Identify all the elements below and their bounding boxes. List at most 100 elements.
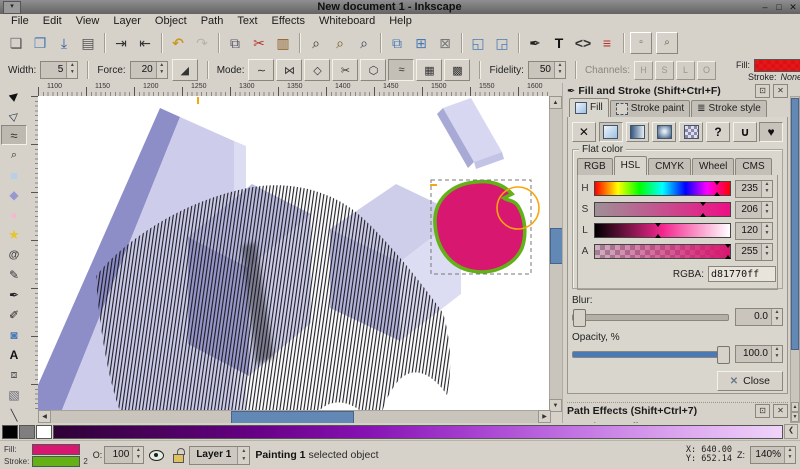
zoom-spinbox[interactable]: 140% bbox=[750, 446, 796, 464]
width-spinbox[interactable]: 5 bbox=[40, 61, 78, 79]
fidelity-spinbox[interactable]: 50 bbox=[528, 61, 566, 79]
menu-edit[interactable]: Edit bbox=[36, 14, 69, 29]
colortab-cms[interactable]: CMS bbox=[735, 158, 771, 175]
fill-rule-nonzero-button[interactable]: ♥ bbox=[759, 122, 783, 142]
paint-unknown-button[interactable]: ? bbox=[706, 122, 730, 142]
paste-button[interactable]: ▥ bbox=[271, 31, 295, 55]
window-menu-button[interactable]: ▾ bbox=[3, 1, 21, 14]
hue-slider[interactable] bbox=[594, 181, 731, 196]
tab-stroke-paint[interactable]: Stroke paint bbox=[610, 100, 690, 117]
canvas[interactable] bbox=[38, 96, 549, 410]
fill-stroke-dialog-button[interactable]: ✒ bbox=[523, 31, 547, 55]
menu-help[interactable]: Help bbox=[382, 14, 419, 29]
mode-attract-button[interactable]: ◇ bbox=[304, 59, 330, 81]
copy-button[interactable]: ⧉ bbox=[223, 31, 247, 55]
close-dialog-button[interactable]: ✕ bbox=[773, 84, 788, 98]
fill-color-swatch[interactable] bbox=[32, 444, 80, 455]
import-button[interactable]: ⇥ bbox=[109, 31, 133, 55]
paint-radial-gradient-button[interactable] bbox=[652, 122, 676, 142]
tool-selector-button[interactable]: ▶ bbox=[1, 85, 27, 105]
menu-text[interactable]: Text bbox=[230, 14, 264, 29]
create-clone-button[interactable]: ⊞ bbox=[409, 31, 433, 55]
layer-visibility-icon[interactable] bbox=[149, 450, 164, 461]
menu-view[interactable]: View bbox=[69, 14, 107, 29]
blob-path[interactable] bbox=[435, 182, 525, 272]
colortab-cmyk[interactable]: CMYK bbox=[648, 158, 691, 175]
ungroup-button[interactable]: ◲ bbox=[490, 31, 514, 55]
new-document-button[interactable]: ❏ bbox=[4, 31, 28, 55]
dock-button[interactable]: ⊡ bbox=[755, 404, 770, 418]
paint-none-button[interactable]: ✕ bbox=[572, 122, 596, 142]
tool-ellipse-button[interactable]: ● bbox=[1, 205, 27, 225]
tool-star-button[interactable]: ★ bbox=[1, 225, 27, 245]
blur-slider[interactable] bbox=[572, 314, 729, 321]
mode-shrink-button[interactable]: ⋈ bbox=[276, 59, 302, 81]
blur-spinbox[interactable]: 0.0 bbox=[735, 308, 783, 326]
panel-scrollbar[interactable]: ▲ ▼ bbox=[790, 96, 800, 423]
light-spinbox[interactable]: 120 bbox=[735, 222, 773, 240]
layer-lock-icon[interactable] bbox=[173, 454, 184, 463]
light-slider[interactable] bbox=[594, 223, 731, 238]
paint-pattern-button[interactable] bbox=[679, 122, 703, 142]
tool-pencil-button[interactable]: ✎ bbox=[1, 265, 27, 285]
menu-layer[interactable]: Layer bbox=[106, 14, 148, 29]
sat-spinbox[interactable]: 206 bbox=[735, 201, 773, 219]
menu-effects[interactable]: Effects bbox=[265, 14, 312, 29]
tool-connector-button[interactable]: ⧈ bbox=[1, 365, 27, 385]
xml-editor-button[interactable]: <> bbox=[571, 31, 595, 55]
tool-text-button[interactable]: A bbox=[1, 345, 27, 365]
tool-dropper-button[interactable]: ╲ bbox=[1, 405, 27, 425]
fill-rule-evenodd-button[interactable]: ∪ bbox=[733, 122, 757, 142]
menu-object[interactable]: Object bbox=[148, 14, 194, 29]
alpha-spinbox[interactable]: 255 bbox=[735, 243, 773, 261]
zoom-drawing-button[interactable]: ⌕ bbox=[328, 31, 352, 55]
minimize-button[interactable]: – bbox=[758, 0, 772, 14]
tool-gradient-button[interactable]: ▧ bbox=[1, 385, 27, 405]
mode-roughen-button[interactable]: ⬡ bbox=[360, 59, 386, 81]
maximize-button[interactable]: □ bbox=[772, 0, 786, 14]
mode-color-paint-button[interactable]: ▦ bbox=[416, 59, 442, 81]
small-beam-box[interactable] bbox=[437, 98, 504, 169]
scroll-left-arrow[interactable]: ◀ bbox=[38, 410, 51, 423]
menu-whiteboard[interactable]: Whiteboard bbox=[312, 14, 382, 29]
colortab-wheel[interactable]: Wheel bbox=[692, 158, 734, 175]
blur-slider-handle[interactable] bbox=[573, 309, 586, 327]
close-button[interactable]: ✕ Close bbox=[717, 371, 783, 391]
find-button[interactable]: ⌕ bbox=[656, 32, 678, 54]
rgba-entry[interactable] bbox=[708, 266, 776, 282]
export-button[interactable]: ⇤ bbox=[133, 31, 157, 55]
channel-l-toggle[interactable]: L bbox=[676, 61, 695, 80]
mode-paint-button[interactable]: ≈ bbox=[388, 59, 414, 81]
fill-swatch[interactable] bbox=[754, 59, 800, 72]
channel-o-toggle[interactable]: O bbox=[697, 61, 716, 80]
panel-scroll-thumb[interactable] bbox=[791, 98, 799, 350]
tool-3dbox-button[interactable]: ◆ bbox=[1, 185, 27, 205]
scroll-right-arrow[interactable]: ▶ bbox=[538, 410, 551, 423]
colortab-hsl[interactable]: HSL bbox=[614, 156, 647, 175]
menu-path[interactable]: Path bbox=[194, 14, 231, 29]
panel-scroll-up[interactable]: ▲ bbox=[791, 402, 799, 412]
paint-flat-color-button[interactable] bbox=[599, 122, 623, 142]
force-spinbox[interactable]: 20 bbox=[130, 61, 168, 79]
scroll-up-arrow[interactable]: ▲ bbox=[549, 96, 562, 109]
object-opacity-spinbox[interactable]: 100 bbox=[104, 446, 144, 464]
selected-style-indicator[interactable]: Fill: Stroke: 2 bbox=[4, 444, 88, 467]
palette-swatch-2[interactable] bbox=[36, 425, 52, 439]
tab-stroke-style[interactable]: ≣Stroke style bbox=[691, 100, 767, 117]
mode-color-jitter-button[interactable]: ▩ bbox=[444, 59, 470, 81]
redo-button[interactable]: ↷ bbox=[190, 31, 214, 55]
palette-swatch-0[interactable] bbox=[2, 425, 18, 439]
mode-push-button[interactable]: ∼ bbox=[248, 59, 274, 81]
undo-button[interactable]: ↶ bbox=[166, 31, 190, 55]
alpha-slider[interactable] bbox=[594, 244, 731, 259]
colortab-rgb[interactable]: RGB bbox=[577, 158, 613, 175]
unlink-clone-button[interactable]: ⊠ bbox=[433, 31, 457, 55]
channel-s-toggle[interactable]: S bbox=[655, 61, 674, 80]
layer-selector[interactable]: Layer 1 bbox=[189, 446, 250, 465]
paint-linear-gradient-button[interactable] bbox=[626, 122, 650, 142]
tool-node-editor-button[interactable]: ▷ bbox=[1, 105, 27, 125]
open-document-button[interactable]: ❐ bbox=[28, 31, 52, 55]
menu-file[interactable]: File bbox=[4, 14, 36, 29]
tool-rectangle-button[interactable]: ■ bbox=[1, 165, 27, 185]
group-button[interactable]: ◱ bbox=[466, 31, 490, 55]
